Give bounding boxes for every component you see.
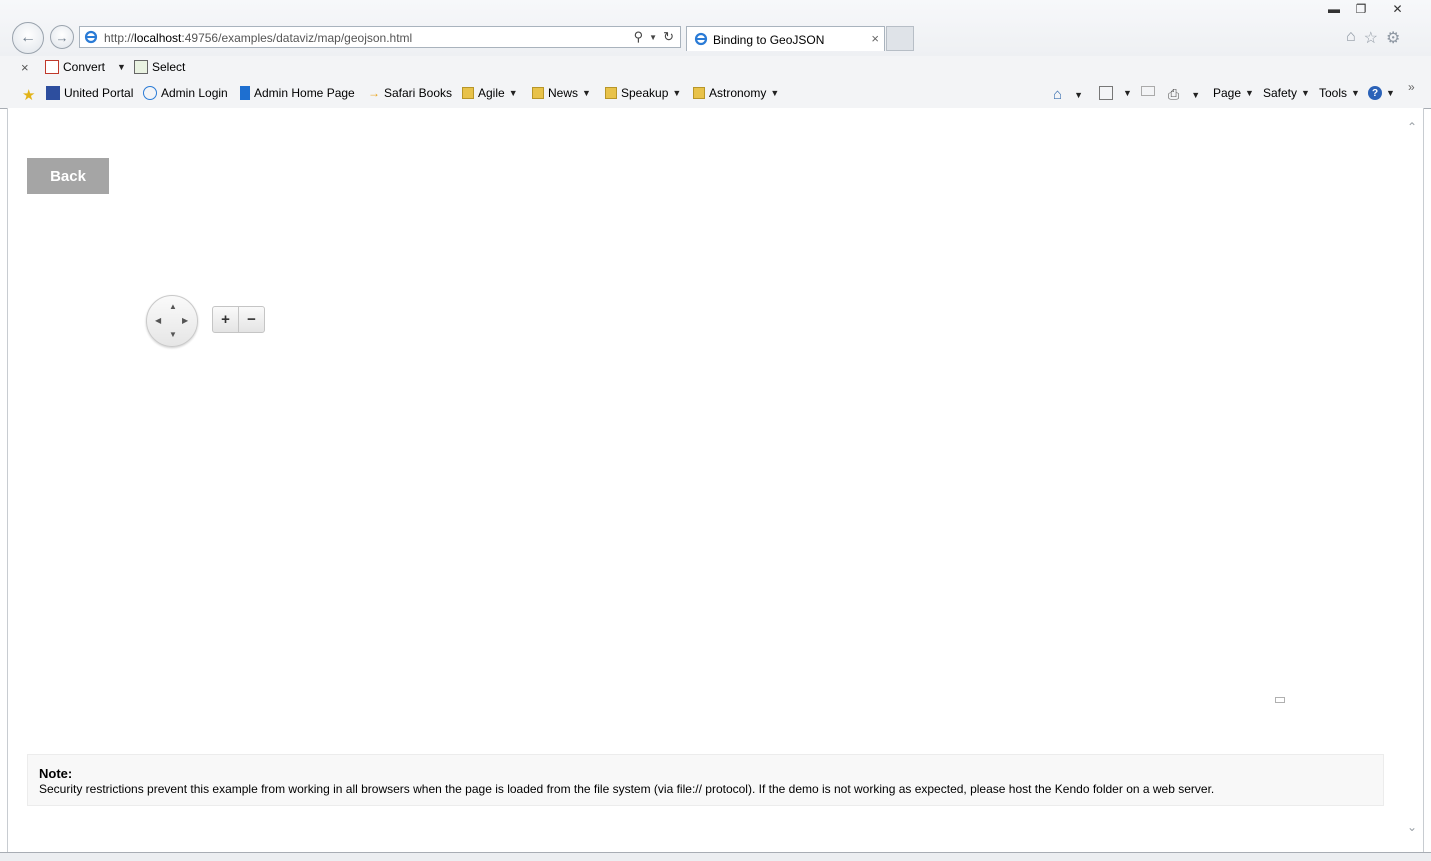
chevron-down-icon: ▼ [1301,88,1310,98]
pan-right-icon[interactable]: ▶ [182,316,188,325]
minimize-button[interactable]: ▬ [1321,0,1347,18]
favorite-safari-books[interactable]: → Safari Books [368,86,452,100]
mail-icon [1141,86,1155,96]
favorites-star-icon[interactable]: ★ [22,86,35,104]
chevron-down-icon: ▼ [1123,88,1132,98]
print-button[interactable]: ⎙ ▼ [1168,86,1200,103]
zoom-in-button[interactable]: + [213,307,238,332]
search-icon[interactable]: ⚲ [634,29,644,45]
favorite-folder-news[interactable]: News ▼ [532,86,591,100]
favorites-bar: ★ United Portal Admin Login Admin Home P… [0,80,1431,107]
favorite-admin-login[interactable]: Admin Login [143,86,228,100]
favorite-united-portal[interactable]: United Portal [46,86,133,100]
feeds-button[interactable]: ▼ [1099,86,1132,100]
favorite-folder-agile[interactable]: Agile ▼ [462,86,518,100]
vertical-scrollbar[interactable]: ⌃ ⌄ [1403,108,1422,852]
help-menu[interactable]: ? ▼ [1368,86,1395,100]
ie-icon [694,32,708,46]
arrow-left-icon: ← [20,29,36,46]
note-body: Security restrictions prevent this examp… [39,782,1215,796]
home-icon[interactable]: ⌂ [1346,28,1356,48]
chevron-down-icon: ▼ [1245,88,1254,98]
page-menu[interactable]: Page ▼ [1213,86,1254,100]
select-pdf-icon [134,60,148,74]
folder-icon [693,87,705,99]
chevron-down-icon: ▼ [672,88,682,98]
tab-close-icon[interactable]: × [871,31,879,46]
ie-icon [84,30,98,44]
restore-button[interactable]: ❐ [1348,0,1374,18]
toolbar-overflow-icon[interactable]: » [1408,80,1415,94]
home-icon: ⌂ [1053,86,1063,103]
back-button[interactable]: Back [27,158,109,194]
chevron-down-icon[interactable]: ▼ [117,62,126,72]
printer-icon: ⎙ [1168,86,1180,102]
convert-button[interactable]: Convert ▼ [45,60,126,74]
ie-page-icon [143,86,157,100]
chevron-down-icon: ▼ [1351,88,1360,98]
home-menu-button[interactable]: ⌂ ▼ [1053,86,1083,103]
select-button[interactable]: Select [134,60,185,74]
safety-menu[interactable]: Safety ▼ [1263,86,1310,100]
map-attribution [1275,697,1285,703]
folder-icon [462,87,474,99]
browser-chrome: ← → http://localhost:49756/examples/data… [0,0,1431,109]
map-pan-control[interactable]: ▲ ◀ ▶ ▼ [146,295,198,347]
pan-up-icon[interactable]: ▲ [169,302,177,311]
address-bar[interactable]: http://localhost:49756/examples/dataviz/… [79,26,681,48]
site-icon [46,86,60,100]
folder-icon [532,87,544,99]
tab-title: Binding to GeoJSON [713,33,825,47]
command-bar: × Convert ▼ Select [0,56,1431,80]
address-url[interactable]: http://localhost:49756/examples/dataviz/… [104,31,412,45]
new-tab-button[interactable] [886,26,914,51]
chevron-down-icon[interactable]: ▼ [649,33,657,45]
refresh-icon[interactable]: ↻ [663,29,674,45]
chevron-down-icon: ▼ [770,88,780,98]
scroll-down-icon[interactable]: ⌄ [1407,820,1417,834]
chevron-down-icon: ▼ [508,88,518,98]
zoom-out-button[interactable]: − [238,307,264,332]
tools-menu[interactable]: Tools ▼ [1319,86,1360,100]
page-content [7,108,1424,852]
browser-back-button[interactable]: ← [12,22,44,54]
title-bar: ← → http://localhost:49756/examples/data… [0,0,1431,56]
read-mail-button[interactable] [1141,86,1155,96]
favorite-folder-speakup[interactable]: Speakup ▼ [605,86,681,100]
map-zoom-control: + − [212,306,265,333]
chevron-down-icon: ▼ [582,88,591,98]
folder-icon [605,87,617,99]
star-icon[interactable]: ☆ [1364,28,1378,48]
rss-icon [1099,86,1113,100]
chevron-down-icon: ▼ [1191,89,1201,100]
chevron-down-icon: ▼ [1074,89,1083,100]
pdf-icon [45,60,59,74]
close-toolbar-icon[interactable]: × [21,60,29,75]
pan-down-icon[interactable]: ▼ [169,330,177,339]
pan-left-icon[interactable]: ◀ [155,316,161,325]
tab-binding-to-geojson[interactable]: Binding to GeoJSON × [686,26,885,51]
note-title: Note: [39,766,73,781]
chevron-down-icon: ▼ [1386,88,1395,98]
favorite-admin-home-page[interactable]: Admin Home Page [240,86,355,100]
arrows-icon: → [368,86,380,100]
favorite-folder-astronomy[interactable]: Astronomy ▼ [693,86,779,100]
note-box: Note: Security restrictions prevent this… [27,754,1384,806]
scroll-up-icon[interactable]: ⌃ [1407,120,1417,134]
window-close-button[interactable]: ✕ [1375,0,1420,18]
help-icon: ? [1368,86,1382,100]
browser-forward-button[interactable]: → [50,25,74,49]
close-icon: ✕ [1392,2,1403,16]
restore-icon: ❐ [1355,2,1367,16]
gear-icon[interactable]: ⚙ [1386,28,1400,48]
minimize-icon: ▬ [1328,2,1340,16]
arrow-right-icon: → [55,29,69,45]
office-icon [240,86,250,100]
